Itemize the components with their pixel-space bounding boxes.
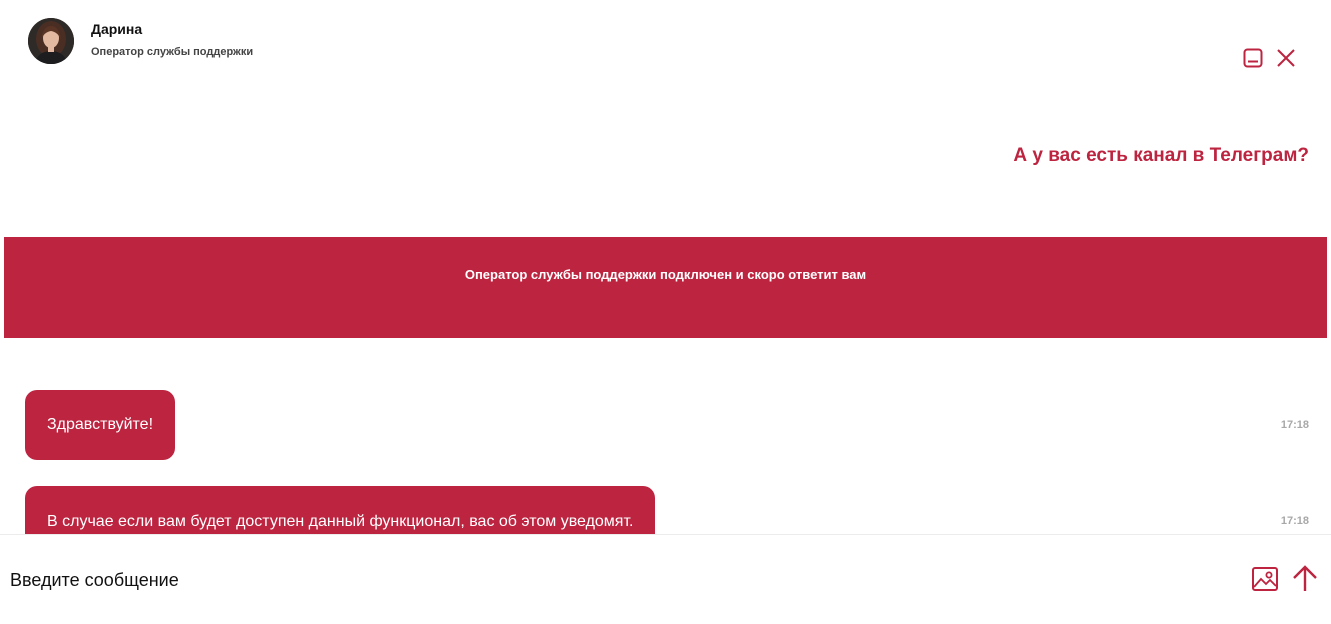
message-row: В случае если вам будет доступен данный … xyxy=(0,486,1331,546)
message-row: Здравствуйте! 17:18 xyxy=(0,390,1331,460)
image-icon xyxy=(1252,567,1278,591)
banner-text: Оператор службы поддержки подключен и ск… xyxy=(464,267,867,282)
operator-name: Дарина xyxy=(91,21,143,37)
send-button[interactable] xyxy=(1290,563,1320,593)
avatar xyxy=(28,18,74,64)
message-time: 17:18 xyxy=(1280,515,1309,527)
message-bubble: Здравствуйте! xyxy=(25,390,176,460)
avatar-image xyxy=(28,18,74,64)
minimize-button[interactable] xyxy=(1241,46,1265,70)
message-text: Здравствуйте! xyxy=(47,416,154,433)
minimize-icon xyxy=(1243,48,1263,68)
arrow-up-icon xyxy=(1293,565,1317,591)
operator-connected-banner: Оператор службы поддержки подключен и ск… xyxy=(4,237,1327,338)
close-icon xyxy=(1277,49,1295,67)
message-composer xyxy=(0,534,1331,624)
message-input[interactable] xyxy=(10,567,1210,593)
message-time: 17:18 xyxy=(1280,419,1309,431)
close-button[interactable] xyxy=(1274,46,1298,70)
chat-header: Дарина Оператор службы поддержки xyxy=(0,0,1331,100)
operator-role: Оператор службы поддержки xyxy=(91,46,254,58)
telegram-question-link[interactable]: А у вас есть канал в Телеграм? xyxy=(1013,145,1309,167)
message-text: В случае если вам будет доступен данный … xyxy=(47,513,634,530)
attach-image-button[interactable] xyxy=(1251,565,1279,593)
